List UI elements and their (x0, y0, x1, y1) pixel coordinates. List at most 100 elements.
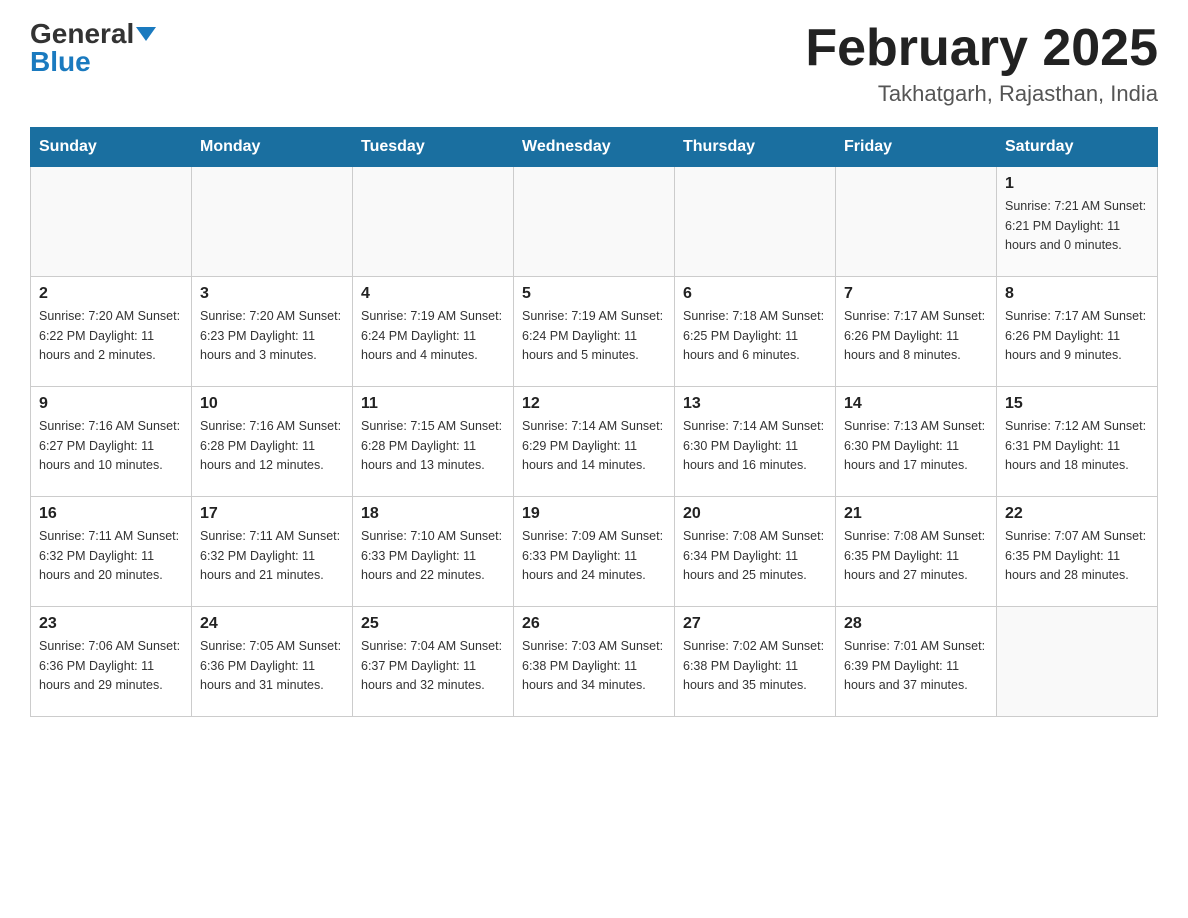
day-info: Sunrise: 7:10 AM Sunset: 6:33 PM Dayligh… (361, 527, 505, 585)
day-info: Sunrise: 7:17 AM Sunset: 6:26 PM Dayligh… (844, 307, 988, 365)
weekday-header-friday: Friday (836, 128, 997, 167)
day-cell: 27 Sunrise: 7:02 AM Sunset: 6:38 PM Dayli… (675, 607, 836, 717)
day-cell: 14 Sunrise: 7:13 AM Sunset: 6:30 PM Dayli… (836, 387, 997, 497)
day-cell: 12Sunrise: 7:14 AM Sunset: 6:29 PM Dayli… (514, 387, 675, 497)
day-number: 27 (683, 615, 827, 633)
day-cell: 16 Sunrise: 7:11 AM Sunset: 6:32 PM Dayli… (31, 497, 192, 607)
day-cell: 28Sunrise: 7:01 AM Sunset: 6:39 PM Dayli… (836, 607, 997, 717)
day-info: Sunrise: 7:19 AM Sunset: 6:24 PM Dayligh… (361, 307, 505, 365)
day-info: Sunrise: 7:08 AM Sunset: 6:35 PM Dayligh… (844, 527, 988, 585)
day-info: Sunrise: 7:18 AM Sunset: 6:25 PM Dayligh… (683, 307, 827, 365)
day-info: Sunrise: 7:13 AM Sunset: 6:30 PM Dayligh… (844, 417, 988, 475)
day-number: 7 (844, 285, 988, 303)
day-number: 17 (200, 505, 344, 523)
day-info: Sunrise: 7:07 AM Sunset: 6:35 PM Dayligh… (1005, 527, 1149, 585)
day-cell: 7 Sunrise: 7:17 AM Sunset: 6:26 PM Daylig… (836, 277, 997, 387)
day-number: 9 (39, 395, 183, 413)
week-row-5: 23Sunrise: 7:06 AM Sunset: 6:36 PM Dayli… (31, 607, 1158, 717)
day-number: 8 (1005, 285, 1149, 303)
day-info: Sunrise: 7:14 AM Sunset: 6:30 PM Dayligh… (683, 417, 827, 475)
day-cell (514, 167, 675, 277)
day-cell: 15 Sunrise: 7:12 AM Sunset: 6:31 PM Dayli… (997, 387, 1158, 497)
day-info: Sunrise: 7:17 AM Sunset: 6:26 PM Dayligh… (1005, 307, 1149, 365)
week-row-3: 9Sunrise: 7:16 AM Sunset: 6:27 PM Daylig… (31, 387, 1158, 497)
day-number: 28 (844, 615, 988, 633)
weekday-header-monday: Monday (192, 128, 353, 167)
day-number: 20 (683, 505, 827, 523)
day-cell: 9Sunrise: 7:16 AM Sunset: 6:27 PM Daylig… (31, 387, 192, 497)
week-row-4: 16 Sunrise: 7:11 AM Sunset: 6:32 PM Dayli… (31, 497, 1158, 607)
day-info: Sunrise: 7:02 AM Sunset: 6:38 PM Dayligh… (683, 637, 827, 695)
day-cell (997, 607, 1158, 717)
day-number: 14 (844, 395, 988, 413)
day-info: Sunrise: 7:11 AM Sunset: 6:32 PM Dayligh… (39, 527, 183, 585)
day-cell (675, 167, 836, 277)
day-cell: 17Sunrise: 7:11 AM Sunset: 6:32 PM Dayli… (192, 497, 353, 607)
day-cell: 4 Sunrise: 7:19 AM Sunset: 6:24 PM Daylig… (353, 277, 514, 387)
week-row-1: 1 Sunrise: 7:21 AM Sunset: 6:21 PM Daylig… (31, 167, 1158, 277)
day-info: Sunrise: 7:12 AM Sunset: 6:31 PM Dayligh… (1005, 417, 1149, 475)
day-cell: 5 Sunrise: 7:19 AM Sunset: 6:24 PM Daylig… (514, 277, 675, 387)
day-info: Sunrise: 7:03 AM Sunset: 6:38 PM Dayligh… (522, 637, 666, 695)
title-block: February 2025 Takhatgarh, Rajasthan, Ind… (805, 20, 1158, 107)
calendar-subtitle: Takhatgarh, Rajasthan, India (805, 81, 1158, 107)
day-info: Sunrise: 7:20 AM Sunset: 6:23 PM Dayligh… (200, 307, 344, 365)
weekday-header-saturday: Saturday (997, 128, 1158, 167)
day-cell (353, 167, 514, 277)
day-number: 22 (1005, 505, 1149, 523)
day-cell: 10 Sunrise: 7:16 AM Sunset: 6:28 PM Dayli… (192, 387, 353, 497)
day-number: 13 (683, 395, 827, 413)
day-cell: 2 Sunrise: 7:20 AM Sunset: 6:22 PM Daylig… (31, 277, 192, 387)
day-cell: 19Sunrise: 7:09 AM Sunset: 6:33 PM Dayli… (514, 497, 675, 607)
logo-blue: Blue (30, 48, 91, 76)
day-number: 18 (361, 505, 505, 523)
logo-arrow-icon (136, 27, 156, 41)
day-cell: 23Sunrise: 7:06 AM Sunset: 6:36 PM Dayli… (31, 607, 192, 717)
page-header: General Blue February 2025 Takhatgarh, R… (30, 20, 1158, 107)
day-cell: 25 Sunrise: 7:04 AM Sunset: 6:37 PM Dayli… (353, 607, 514, 717)
day-number: 25 (361, 615, 505, 633)
day-number: 10 (200, 395, 344, 413)
day-number: 15 (1005, 395, 1149, 413)
day-info: Sunrise: 7:08 AM Sunset: 6:34 PM Dayligh… (683, 527, 827, 585)
day-info: Sunrise: 7:21 AM Sunset: 6:21 PM Dayligh… (1005, 197, 1149, 255)
week-row-2: 2 Sunrise: 7:20 AM Sunset: 6:22 PM Daylig… (31, 277, 1158, 387)
day-number: 23 (39, 615, 183, 633)
day-number: 4 (361, 285, 505, 303)
day-cell: 20 Sunrise: 7:08 AM Sunset: 6:34 PM Dayli… (675, 497, 836, 607)
day-cell (192, 167, 353, 277)
day-number: 3 (200, 285, 344, 303)
day-cell: 13 Sunrise: 7:14 AM Sunset: 6:30 PM Dayli… (675, 387, 836, 497)
day-info: Sunrise: 7:04 AM Sunset: 6:37 PM Dayligh… (361, 637, 505, 695)
day-number: 26 (522, 615, 666, 633)
day-cell: 3 Sunrise: 7:20 AM Sunset: 6:23 PM Daylig… (192, 277, 353, 387)
day-cell: 18 Sunrise: 7:10 AM Sunset: 6:33 PM Dayli… (353, 497, 514, 607)
day-number: 2 (39, 285, 183, 303)
day-number: 5 (522, 285, 666, 303)
logo: General Blue (30, 20, 156, 76)
day-info: Sunrise: 7:20 AM Sunset: 6:22 PM Dayligh… (39, 307, 183, 365)
day-cell: 24 Sunrise: 7:05 AM Sunset: 6:36 PM Dayli… (192, 607, 353, 717)
day-number: 1 (1005, 175, 1149, 193)
day-number: 11 (361, 395, 505, 413)
day-number: 6 (683, 285, 827, 303)
day-cell (836, 167, 997, 277)
weekday-header-wednesday: Wednesday (514, 128, 675, 167)
day-number: 24 (200, 615, 344, 633)
day-info: Sunrise: 7:15 AM Sunset: 6:28 PM Dayligh… (361, 417, 505, 475)
calendar-table: SundayMondayTuesdayWednesdayThursdayFrid… (30, 127, 1158, 717)
weekday-header-tuesday: Tuesday (353, 128, 514, 167)
day-number: 12 (522, 395, 666, 413)
weekday-header-row: SundayMondayTuesdayWednesdayThursdayFrid… (31, 128, 1158, 167)
day-info: Sunrise: 7:05 AM Sunset: 6:36 PM Dayligh… (200, 637, 344, 695)
day-info: Sunrise: 7:16 AM Sunset: 6:28 PM Dayligh… (200, 417, 344, 475)
day-cell: 22 Sunrise: 7:07 AM Sunset: 6:35 PM Dayli… (997, 497, 1158, 607)
day-number: 19 (522, 505, 666, 523)
day-number: 16 (39, 505, 183, 523)
weekday-header-thursday: Thursday (675, 128, 836, 167)
day-info: Sunrise: 7:19 AM Sunset: 6:24 PM Dayligh… (522, 307, 666, 365)
day-cell: 26 Sunrise: 7:03 AM Sunset: 6:38 PM Dayli… (514, 607, 675, 717)
day-cell: 6 Sunrise: 7:18 AM Sunset: 6:25 PM Daylig… (675, 277, 836, 387)
calendar-title: February 2025 (805, 20, 1158, 77)
day-cell (31, 167, 192, 277)
